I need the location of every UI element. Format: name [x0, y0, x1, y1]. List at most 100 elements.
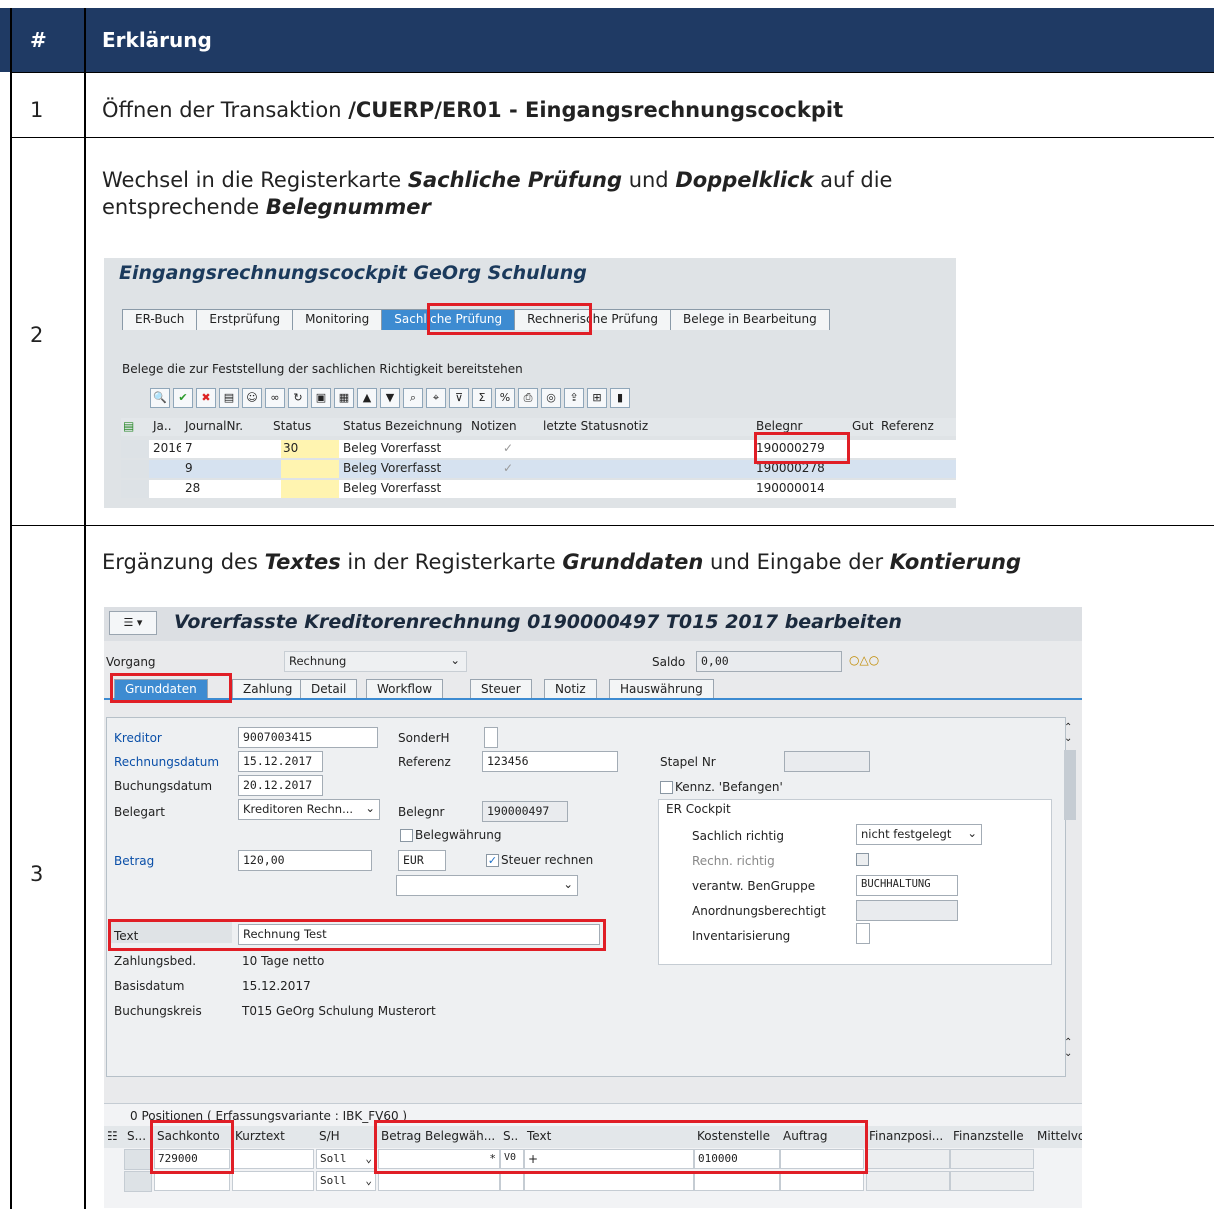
cell-sh[interactable]: Soll ⌄: [316, 1171, 376, 1191]
cell-bezeichnung: Beleg Vorerfasst: [343, 441, 442, 455]
steuer-rechnen-checkbox[interactable]: ✓: [486, 854, 499, 867]
col-kurztext[interactable]: Kurztext: [232, 1127, 312, 1147]
export-icon[interactable]: ⇪: [564, 388, 584, 408]
menu-icon[interactable]: ☰ ▾: [109, 611, 157, 635]
tab-steuer[interactable]: Steuer: [470, 679, 532, 699]
sonderh-field[interactable]: [484, 727, 498, 748]
tab-workflow[interactable]: Workflow: [366, 679, 444, 699]
folder-icon[interactable]: ▣: [311, 388, 331, 408]
step-text: Ergänzung des: [102, 550, 265, 574]
belegwaehrung-checkbox[interactable]: [400, 829, 413, 842]
link-icon[interactable]: ∞: [265, 388, 285, 408]
highlight-belegnr: [754, 432, 850, 464]
befangen-checkbox[interactable]: [660, 781, 673, 794]
betrag-label[interactable]: Betrag: [114, 854, 154, 868]
sort-asc-icon[interactable]: ▲: [357, 388, 377, 408]
tab-monitoring[interactable]: Monitoring: [293, 309, 383, 330]
document-icon[interactable]: ▤: [219, 388, 239, 408]
vorgang-select[interactable]: Rechnung ⌄: [284, 651, 467, 672]
tab-er-buch[interactable]: ER-Buch: [122, 309, 198, 330]
belegart-select[interactable]: Kreditoren Rechn... ⌄: [238, 799, 380, 820]
graphic-icon[interactable]: ▮: [610, 388, 630, 408]
table-row[interactable]: 28 Beleg Vorerfasst 190000014: [121, 480, 956, 498]
row-selector[interactable]: [121, 480, 149, 498]
cell-finanzstelle[interactable]: [950, 1149, 1034, 1169]
refresh-icon[interactable]: ↻: [288, 388, 308, 408]
layout-icon[interactable]: ⊞: [587, 388, 607, 408]
inventar-field[interactable]: [856, 923, 870, 944]
verantw-field[interactable]: BUCHHALTUNG: [856, 875, 958, 896]
cell-sachkonto[interactable]: [154, 1171, 230, 1191]
sachlich-select[interactable]: nicht festgelegt ⌄: [856, 824, 982, 845]
waehrung-field[interactable]: EUR: [398, 850, 446, 871]
tab-erstpruefung[interactable]: Erstprüfung: [197, 309, 294, 330]
filter-icon[interactable]: ⊽: [449, 388, 469, 408]
view-icon[interactable]: ◎: [541, 388, 561, 408]
org-icon[interactable]: ▦: [334, 388, 354, 408]
cell-kurztext[interactable]: [232, 1149, 314, 1169]
referenz-field[interactable]: 123456: [482, 751, 618, 772]
cell-finanzposition[interactable]: [866, 1171, 950, 1191]
col-finanzposition[interactable]: Finanzposi...: [866, 1127, 950, 1147]
stapel-field[interactable]: [784, 751, 870, 772]
col-gut[interactable]: Gut: [850, 418, 880, 436]
col-finanzstelle[interactable]: Finanzstelle: [950, 1127, 1034, 1147]
tab-belege-in-bearbeitung[interactable]: Belege in Bearbeitung: [671, 309, 830, 330]
buchungsdatum-field[interactable]: 20.12.2017: [238, 775, 323, 796]
highlight-kontierung: [374, 1120, 868, 1174]
cell-text[interactable]: [524, 1171, 694, 1191]
cancel-icon[interactable]: ✖: [196, 388, 216, 408]
tab-underline: [104, 698, 1082, 700]
col-status-bezeichnung[interactable]: Status Bezeichnung: [341, 418, 466, 436]
rechnungsdatum-label[interactable]: Rechnungsdatum: [114, 755, 219, 769]
col-notizen[interactable]: Notizen: [469, 418, 521, 436]
col-sh[interactable]: S/H: [316, 1127, 376, 1147]
kreditor-label[interactable]: Kreditor: [114, 731, 162, 745]
print-icon[interactable]: ⎙: [518, 388, 538, 408]
cell-finanzstelle[interactable]: [950, 1171, 1034, 1191]
sum-icon[interactable]: Σ: [472, 388, 492, 408]
cell-auftrag[interactable]: [780, 1171, 864, 1191]
col-letzte-statusnotiz[interactable]: letzte Statusnotiz: [541, 418, 691, 436]
betrag-field[interactable]: 120,00: [238, 850, 372, 871]
panel-scrollbar[interactable]: ⌃ ⌄: [1064, 722, 1078, 1077]
col-journalnr[interactable]: JournalNr.: [183, 418, 263, 436]
find-icon[interactable]: ⌕: [403, 388, 423, 408]
step-text: und: [622, 168, 676, 192]
cell-steuerkz[interactable]: [500, 1171, 524, 1191]
tab-notiz[interactable]: Notiz: [544, 679, 597, 699]
kreditor-field[interactable]: 9007003415: [238, 727, 378, 748]
col-status[interactable]: Status: [271, 418, 331, 436]
table-row[interactable]: Soll ⌄: [104, 1171, 1082, 1192]
tab-hauswaehrung[interactable]: Hauswährung: [609, 679, 714, 699]
cell-kurztext[interactable]: [232, 1171, 314, 1191]
col-s[interactable]: S...: [124, 1127, 152, 1147]
col-mittelvormerkung[interactable]: Mittelvo: [1034, 1127, 1082, 1147]
tab-zahlung[interactable]: Zahlung: [232, 679, 304, 699]
anordnung-field[interactable]: [856, 900, 958, 921]
row-selector[interactable]: [124, 1171, 152, 1192]
cell-betrag[interactable]: [378, 1171, 500, 1191]
subtotal-icon[interactable]: %: [495, 388, 515, 408]
select-all-icon[interactable]: ▤: [121, 418, 137, 436]
tab-detail[interactable]: Detail: [300, 679, 358, 699]
row-selector[interactable]: [121, 440, 149, 458]
cell-kostenstelle[interactable]: [694, 1171, 780, 1191]
cell-belegnr[interactable]: 190000014: [754, 480, 844, 498]
check-icon[interactable]: ✔: [173, 388, 193, 408]
tax-select[interactable]: ⌄: [396, 875, 578, 896]
details-icon[interactable]: 🔍: [150, 388, 170, 408]
row-selector[interactable]: [121, 460, 149, 478]
col-referenz[interactable]: Referenz: [879, 418, 949, 436]
rechnungsdatum-field[interactable]: 15.12.2017: [238, 751, 323, 772]
cell-sh[interactable]: Soll ⌄: [316, 1149, 376, 1169]
col-ja[interactable]: Ja..: [151, 418, 177, 436]
sort-desc-icon[interactable]: ▼: [380, 388, 400, 408]
row-selector[interactable]: [124, 1149, 152, 1170]
cell-finanzposition[interactable]: [866, 1149, 950, 1169]
grid-settings-icon[interactable]: ☷: [104, 1127, 126, 1147]
find-next-icon[interactable]: ⌖: [426, 388, 446, 408]
panel-scroll-arrows[interactable]: ⌃ ⌄: [1064, 1037, 1072, 1059]
users-icon[interactable]: ☺: [242, 388, 262, 408]
anordnung-label: Anordnungsberechtigt: [692, 904, 826, 918]
